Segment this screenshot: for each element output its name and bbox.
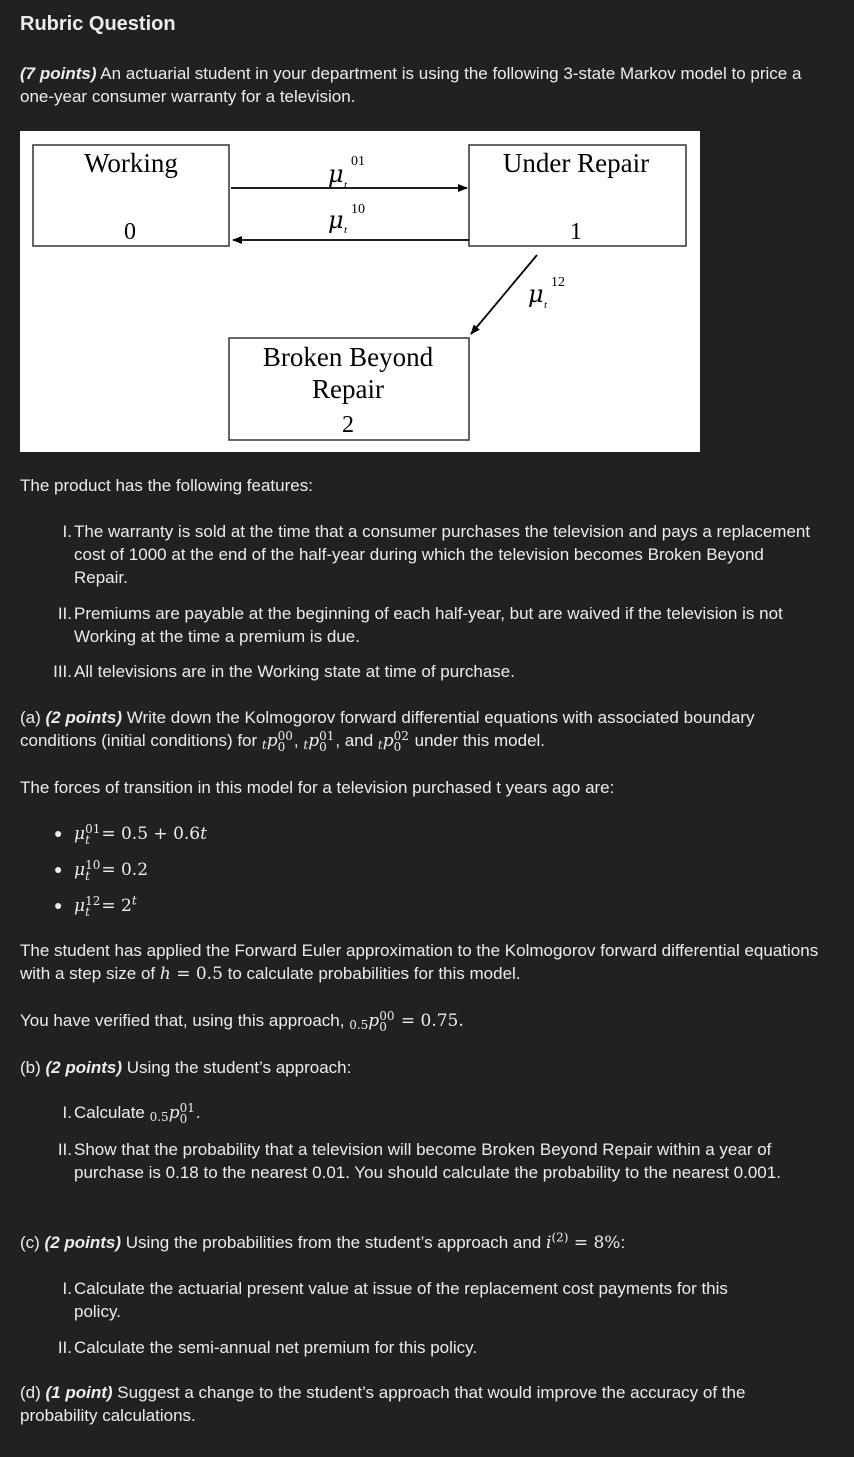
page-title: Rubric Question (20, 13, 176, 35)
svg-text:t: t (544, 299, 548, 311)
part-b-paragraph: (b) (2 points) Using the student’s appro… (20, 1058, 352, 1077)
part-d-points: (1 point) (45, 1383, 113, 1402)
feature-numeral: I. (62, 522, 72, 541)
feature-numeral: III. (53, 662, 72, 681)
part-c-points: (2 points) (44, 1233, 122, 1252)
forces-heading: The forces of transition in this model f… (20, 778, 615, 797)
state-working-label: Working (84, 148, 178, 178)
bullet-dot: ● (54, 825, 63, 841)
mu-10-label: μ 10 t (328, 202, 365, 236)
svg-text:12: 12 (551, 275, 565, 290)
svg-text:t: t (344, 224, 348, 236)
state-under-repair-number: 1 (570, 219, 582, 245)
markov-diagram-svg: Working 0 Under Repair 1 Broken Beyond R… (32, 144, 687, 441)
force-10: μ 10 t = 0.2 (74, 857, 149, 883)
intro-points: (7 points) (20, 64, 97, 83)
part-c-item: Calculate the semi-annual net premium fo… (74, 1338, 478, 1357)
force-01: μ 01 t = 0.5 + 0.6t (74, 821, 207, 847)
markov-diagram: Working 0 Under Repair 1 Broken Beyond R… (20, 131, 700, 452)
svg-text:μ: μ (528, 280, 544, 308)
force-12: μ 12 t = 2t (74, 893, 137, 919)
bullet-dot: ● (54, 897, 63, 913)
part-a-points: (2 points) (45, 708, 123, 727)
state-working-number: 0 (124, 219, 136, 245)
feature-text: All televisions are in the Working state… (74, 662, 515, 681)
feature-text: Premiums are payable at the beginning of… (74, 604, 783, 646)
mu-01-label: μ 01 t (328, 154, 365, 191)
state-under-repair-label: Under Repair (503, 148, 649, 178)
svg-text:μ: μ (328, 160, 344, 188)
part-b-points: (2 points) (45, 1058, 123, 1077)
part-b-numeral: I. (62, 1103, 72, 1122)
intro-paragraph: (7 points) An actuarial student in your … (20, 62, 820, 108)
svg-text:μ: μ (328, 206, 344, 234)
feature-numeral: II. (57, 604, 72, 623)
state-broken-label-line2: Repair (312, 374, 384, 404)
svg-text:t: t (344, 179, 348, 191)
euler-paragraph: The student has applied the Forward Eule… (20, 941, 819, 984)
state-broken-label-line1: Broken Beyond (263, 342, 434, 372)
part-c-item: Calculate the actuarial present value at… (74, 1279, 728, 1321)
svg-text:10: 10 (351, 202, 365, 217)
svg-text:01: 01 (351, 154, 365, 169)
part-b-item: Show that the probability that a televis… (74, 1140, 781, 1182)
part-c-numeral: I. (62, 1279, 72, 1298)
verified-paragraph: You have verified that, using this appro… (20, 1008, 464, 1034)
mu-12-label: μ 12 t (528, 275, 565, 311)
part-c-paragraph: (c) (2 points) Using the probabilities f… (20, 1230, 626, 1253)
intro-text: An actuarial student in your department … (20, 64, 802, 106)
part-c-numeral: II. (57, 1338, 72, 1357)
feature-text: The warranty is sold at the time that a … (74, 522, 811, 587)
part-b-item: Calculate 0.5p 01 0. (74, 1100, 201, 1126)
features-heading: The product has the following features: (20, 476, 313, 495)
part-d-paragraph: (d) (1 point) Suggest a change to the st… (20, 1383, 746, 1425)
state-broken-number: 2 (342, 412, 354, 438)
part-a-paragraph: (a) (2 points) Write down the Kolmogorov… (20, 708, 755, 754)
part-b-numeral: II. (57, 1140, 72, 1159)
bullet-dot: ● (54, 861, 63, 877)
